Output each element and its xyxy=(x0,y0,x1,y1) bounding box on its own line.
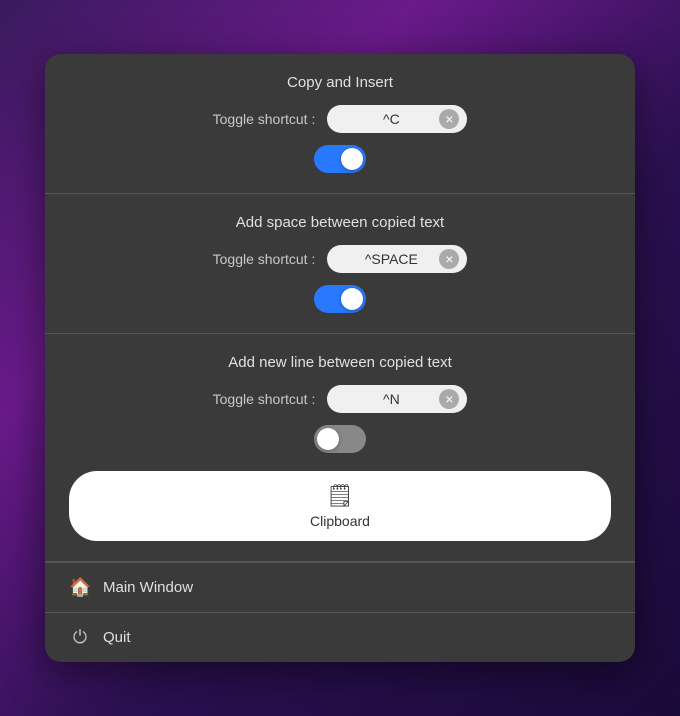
add-newline-title: Add new line between copied text xyxy=(69,354,611,371)
quit-label: Quit xyxy=(103,629,131,646)
copy-insert-shortcut-value: ^C xyxy=(343,111,439,127)
copy-insert-toggle-track xyxy=(314,145,366,173)
copy-insert-title: Copy and Insert xyxy=(69,74,611,91)
copy-insert-toggle-thumb xyxy=(341,148,363,170)
add-space-toggle-row xyxy=(69,285,611,313)
add-space-section: Add space between copied text Toggle sho… xyxy=(45,194,635,334)
add-newline-shortcut-row: Toggle shortcut : ^N xyxy=(69,385,611,413)
add-space-toggle-thumb xyxy=(341,288,363,310)
copy-insert-toggle[interactable] xyxy=(314,145,366,173)
clipboard-icon: 🗒 xyxy=(326,483,354,509)
copy-insert-shortcut-row: Toggle shortcut : ^C xyxy=(69,105,611,133)
add-newline-toggle-thumb xyxy=(317,428,339,450)
clipboard-label: Clipboard xyxy=(310,513,370,529)
add-newline-shortcut-label: Toggle shortcut : xyxy=(213,391,316,407)
clipboard-button[interactable]: 🗒 Clipboard xyxy=(69,471,611,541)
copy-insert-clear-button[interactable] xyxy=(439,109,459,129)
add-newline-shortcut-value: ^N xyxy=(343,391,439,407)
add-newline-section: Add new line between copied text Toggle … xyxy=(45,334,635,562)
menu-section: 🏠 Main Window ⏻ Quit xyxy=(45,562,635,662)
main-window-menu-item[interactable]: 🏠 Main Window xyxy=(45,563,635,613)
add-space-shortcut-input[interactable]: ^SPACE xyxy=(327,245,467,273)
copy-insert-toggle-row xyxy=(69,145,611,173)
copy-insert-shortcut-input[interactable]: ^C xyxy=(327,105,467,133)
main-window-label: Main Window xyxy=(103,579,193,596)
add-newline-clear-button[interactable] xyxy=(439,389,459,409)
add-newline-shortcut-input[interactable]: ^N xyxy=(327,385,467,413)
add-space-title: Add space between copied text xyxy=(69,214,611,231)
add-newline-toggle-track xyxy=(314,425,366,453)
home-icon: 🏠 xyxy=(69,577,91,598)
add-newline-toggle-row xyxy=(69,425,611,453)
add-space-clear-button[interactable] xyxy=(439,249,459,269)
add-space-shortcut-value: ^SPACE xyxy=(343,251,439,267)
add-space-toggle[interactable] xyxy=(314,285,366,313)
power-icon: ⏻ xyxy=(69,627,91,648)
main-panel: Copy and Insert Toggle shortcut : ^C Add… xyxy=(45,54,635,662)
add-space-toggle-track xyxy=(314,285,366,313)
copy-insert-section: Copy and Insert Toggle shortcut : ^C xyxy=(45,54,635,194)
quit-menu-item[interactable]: ⏻ Quit xyxy=(45,613,635,662)
clipboard-button-wrapper: 🗒 Clipboard xyxy=(69,471,611,541)
add-newline-toggle[interactable] xyxy=(314,425,366,453)
add-space-shortcut-row: Toggle shortcut : ^SPACE xyxy=(69,245,611,273)
add-space-shortcut-label: Toggle shortcut : xyxy=(213,251,316,267)
copy-insert-shortcut-label: Toggle shortcut : xyxy=(213,111,316,127)
